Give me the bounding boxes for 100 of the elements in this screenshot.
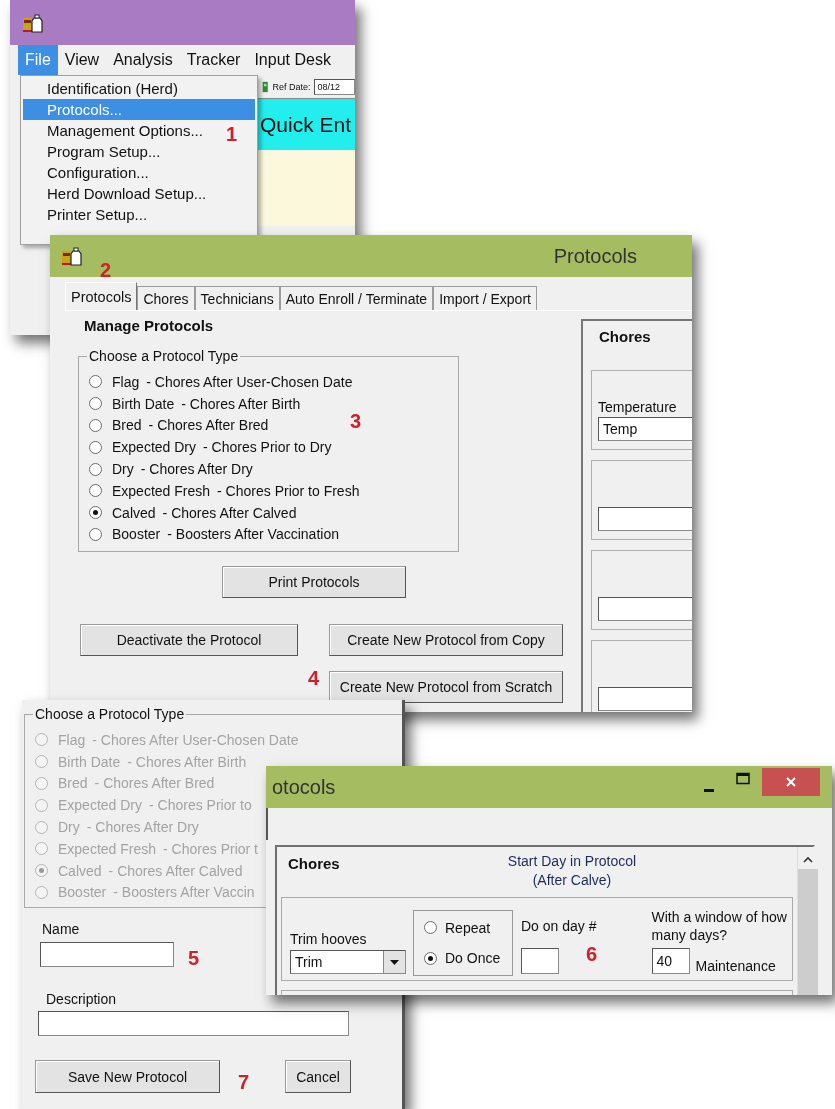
option-description: - Chores Prior to Dry [203, 439, 332, 456]
option-label: Repeat [445, 919, 491, 936]
radio-button[interactable] [424, 921, 437, 935]
group-label: Choose a Protocol Type [87, 348, 241, 364]
callout-number: 6 [586, 944, 598, 964]
callout-number: 3 [350, 411, 362, 431]
option-name: Booster [58, 884, 107, 901]
menu-item[interactable]: Program Setup... [23, 141, 165, 162]
menu-item[interactable]: Input Desk [247, 45, 338, 75]
option-description: - Boosters After Vaccination [167, 526, 339, 543]
option-description: - Chores Prior t [163, 840, 258, 857]
maximize-icon [736, 772, 750, 785]
menu-item[interactable]: Management Options... [23, 120, 207, 141]
tab[interactable]: Chores [137, 286, 195, 310]
field-label: Description [46, 991, 118, 1008]
chore-dropdown[interactable]: Trim [290, 950, 406, 974]
radio-button[interactable] [89, 375, 102, 389]
banner: Quick Ent [258, 98, 355, 150]
option-name: Flag [58, 731, 86, 748]
chore-field[interactable] [598, 687, 692, 711]
radio-button[interactable] [424, 951, 437, 965]
callout-number: 1 [226, 124, 238, 144]
option-name: Birth Date [112, 395, 175, 412]
cancel-button[interactable]: Cancel [285, 1060, 351, 1093]
chore-field[interactable]: Temp [598, 417, 692, 441]
option-description: - Chores After Bred [94, 775, 215, 792]
option-description: - Chores After Dry [86, 819, 199, 836]
option-description: - Chores Prior to Fresh [217, 482, 360, 499]
description-field[interactable] [38, 1011, 349, 1036]
create-copy-button[interactable]: Create New Protocol from Copy [329, 624, 563, 656]
callout-number: 4 [308, 668, 320, 688]
tab[interactable]: Technicians [194, 286, 280, 310]
close-button[interactable] [762, 768, 820, 796]
date-field[interactable]: 08/12 [314, 78, 355, 95]
option-name: Bred [112, 417, 142, 434]
menu-item[interactable]: Herd Download Setup... [23, 183, 211, 204]
option-name: Expected Dry [112, 439, 197, 456]
option-description: - Chores After User-Chosen Date [146, 373, 353, 390]
print-button[interactable]: Print Protocols [222, 566, 406, 598]
panel-title: Chores [287, 854, 340, 874]
create-scratch-button[interactable]: Create New Protocol from Scratch [329, 671, 563, 703]
field-label: Do on day # [521, 918, 597, 934]
field-label: With a window of how many days? [651, 908, 788, 944]
window-title: otocols [271, 775, 336, 799]
option-name: Flag [112, 373, 140, 390]
close-icon [785, 776, 797, 788]
option-name: Bred [58, 775, 88, 792]
option-name: Booster [112, 526, 161, 543]
window-days-field[interactable]: 40 [651, 948, 690, 974]
deactivate-button[interactable]: Deactivate the Protocol [80, 624, 298, 656]
category-label: Maintenance [695, 958, 776, 974]
radio-button[interactable] [89, 484, 102, 498]
save-button[interactable]: Save New Protocol [35, 1060, 220, 1093]
option-label: Do Once [445, 950, 501, 967]
milk-bottle-icon [22, 11, 44, 34]
callout-number: 7 [238, 1072, 250, 1092]
radio-button[interactable] [89, 440, 102, 454]
radio-button[interactable] [89, 462, 102, 476]
window-title: Protocols [553, 244, 637, 268]
menu-item[interactable]: Configuration... [23, 162, 153, 183]
panel-title: Chores [599, 328, 652, 346]
option-name: Expected Dry [58, 797, 143, 814]
maximize-button[interactable] [736, 772, 750, 786]
caret-icon [389, 958, 400, 966]
menu-item[interactable]: Identification (Herd) [23, 78, 182, 99]
radio-button[interactable] [89, 397, 102, 411]
scrollbar[interactable] [796, 847, 818, 995]
chore-field[interactable] [598, 507, 692, 531]
menu-item[interactable]: Analysis [106, 45, 180, 75]
option-description: - Chores After Bred [148, 417, 269, 434]
field-label: Temperature [598, 399, 678, 415]
radio-button[interactable] [89, 527, 102, 541]
option-description: - Chores After User-Chosen Date [92, 731, 299, 748]
dropdown-value: Trim [295, 954, 323, 970]
field-label: Name [42, 921, 81, 938]
option-name: Dry [58, 819, 80, 836]
tab[interactable]: Protocols [65, 282, 138, 310]
option-description: - Chores Prior to [149, 797, 252, 814]
menu-item[interactable]: Printer Setup... [23, 204, 152, 225]
scroll-up-icon [801, 855, 814, 865]
menu-item[interactable]: View [57, 45, 107, 75]
name-field[interactable] [40, 942, 174, 967]
field-label: Ref Date: [272, 81, 311, 92]
menu-item[interactable]: Tracker [179, 45, 248, 75]
option-name: Birth Date [58, 753, 121, 770]
option-description: - Chores After Birth [127, 753, 247, 770]
milk-bottle-icon [61, 245, 83, 267]
radio-button[interactable] [89, 506, 102, 520]
option-description: - Chores After Calved [162, 504, 297, 521]
tab[interactable]: Auto Enroll / Terminate [279, 286, 434, 310]
option-name: Dry [112, 461, 134, 478]
tab[interactable]: Import / Export [433, 286, 537, 310]
option-name: Calved [58, 862, 102, 879]
option-description: - Chores After Dry [140, 461, 253, 478]
chore-field[interactable] [598, 597, 692, 621]
column-heading: Start Day in Protocol [507, 852, 637, 871]
option-description: - Boosters After Vaccin [113, 884, 255, 901]
radio-button[interactable] [89, 419, 102, 432]
day-field[interactable] [521, 948, 559, 974]
option-name: Expected Fresh [112, 482, 211, 499]
